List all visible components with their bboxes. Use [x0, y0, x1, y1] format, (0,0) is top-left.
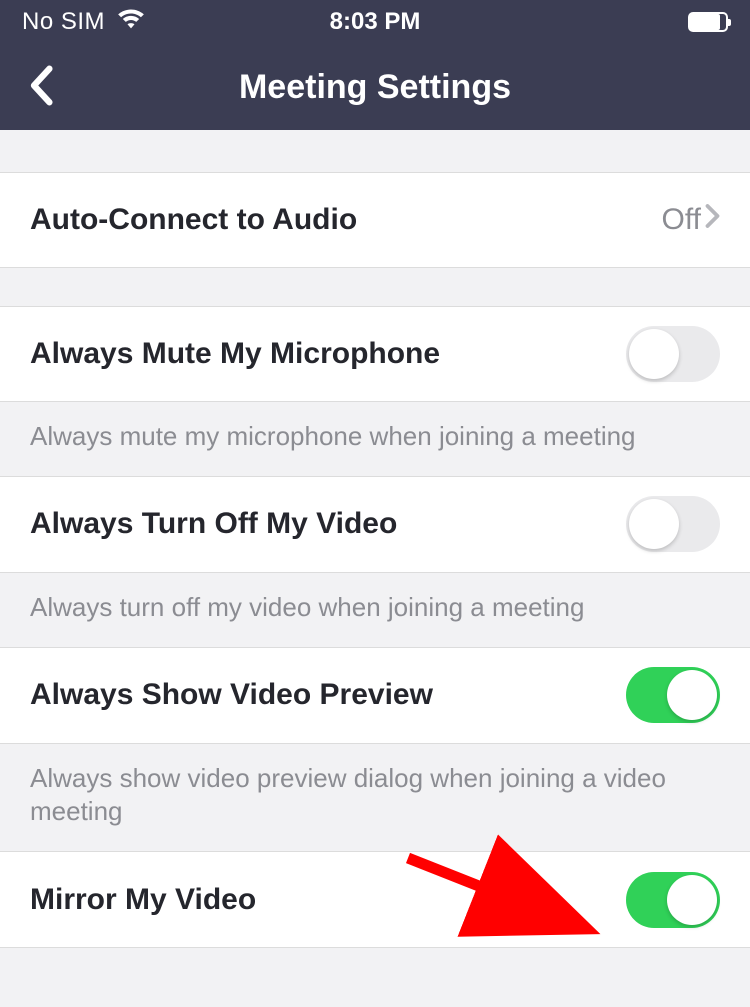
auto-connect-label: Auto-Connect to Audio: [30, 203, 357, 237]
status-bar: No SIM 8:03 PM: [0, 0, 750, 44]
carrier-text: No SIM: [22, 8, 105, 36]
page-title: Meeting Settings: [239, 68, 511, 107]
mute-mic-row: Always Mute My Microphone: [0, 306, 750, 402]
mute-mic-label: Always Mute My Microphone: [30, 337, 440, 371]
mute-mic-desc: Always mute my microphone when joining a…: [0, 402, 750, 477]
show-preview-toggle[interactable]: [626, 667, 720, 723]
auto-connect-row[interactable]: Auto-Connect to Audio Off: [0, 172, 750, 268]
chevron-left-icon: [28, 65, 54, 107]
nav-bar: Meeting Settings: [0, 44, 750, 130]
status-right: [688, 12, 728, 32]
mirror-video-row: Mirror My Video: [0, 852, 750, 948]
auto-connect-value: Off: [662, 203, 701, 237]
turn-off-video-desc: Always turn off my video when joining a …: [0, 573, 750, 648]
show-preview-desc: Always show video preview dialog when jo…: [0, 744, 750, 853]
status-left: No SIM: [22, 8, 145, 37]
turn-off-video-row: Always Turn Off My Video: [0, 477, 750, 573]
mirror-video-label: Mirror My Video: [30, 883, 256, 917]
turn-off-video-label: Always Turn Off My Video: [30, 507, 397, 541]
battery-icon: [688, 12, 728, 32]
show-preview-row: Always Show Video Preview: [0, 648, 750, 744]
mirror-video-toggle[interactable]: [626, 872, 720, 928]
status-time: 8:03 PM: [330, 8, 421, 36]
back-button[interactable]: [20, 57, 62, 118]
section-spacer: [0, 130, 750, 172]
show-preview-label: Always Show Video Preview: [30, 678, 433, 712]
wifi-icon: [117, 8, 145, 37]
chevron-right-icon: [705, 203, 720, 237]
section-spacer: [0, 268, 750, 306]
auto-connect-value-group: Off: [662, 203, 720, 237]
turn-off-video-toggle[interactable]: [626, 496, 720, 552]
mute-mic-toggle[interactable]: [626, 326, 720, 382]
